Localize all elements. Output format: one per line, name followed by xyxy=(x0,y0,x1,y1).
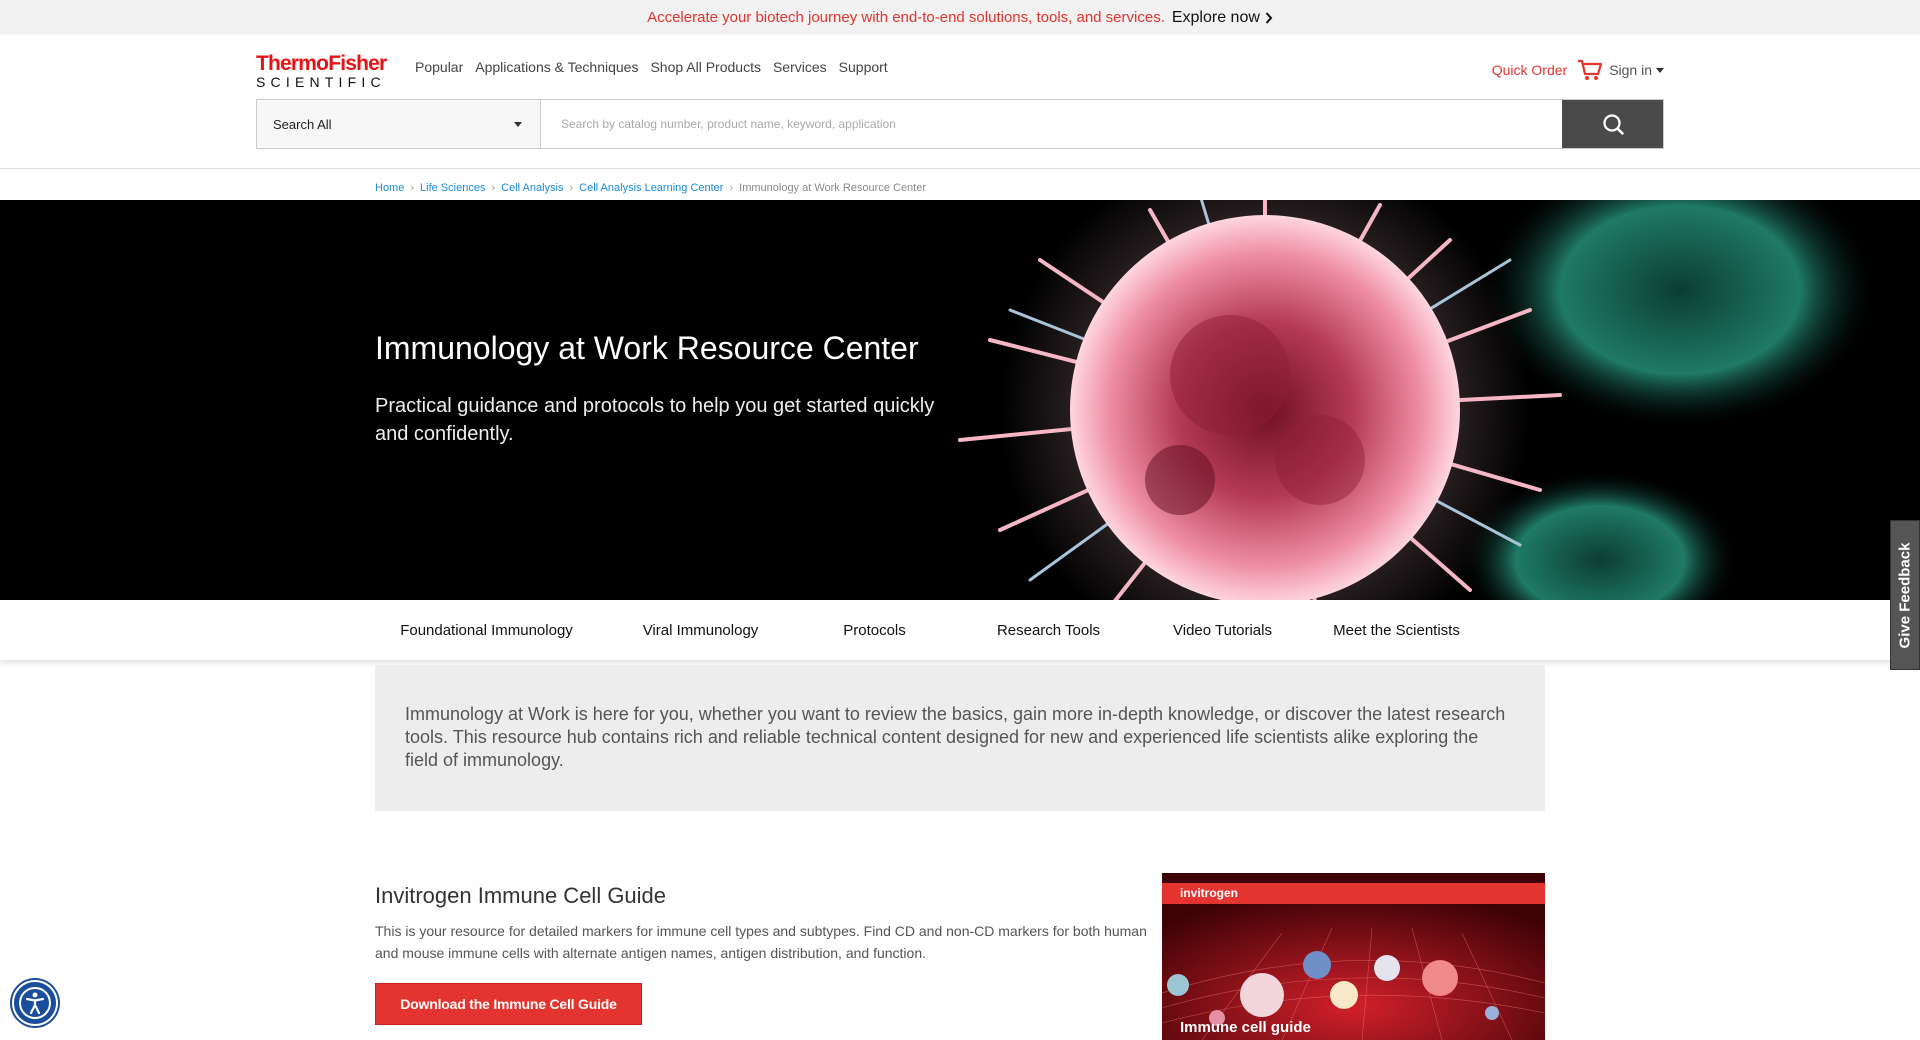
explore-now-label: Explore now xyxy=(1171,8,1260,26)
tab-viral-immunology[interactable]: Viral Immunology xyxy=(613,600,788,660)
tab-video-tutorials[interactable]: Video Tutorials xyxy=(1135,600,1310,660)
breadcrumb-current: Immunology at Work Resource Center xyxy=(739,182,927,194)
search-button[interactable] xyxy=(1562,100,1663,148)
main-nav: Popular Applications & Techniques Shop A… xyxy=(415,59,888,75)
search-scope-select[interactable]: Search All xyxy=(257,100,541,148)
invitrogen-band: invitrogen xyxy=(1162,883,1545,904)
nav-item-popular[interactable]: Popular xyxy=(415,59,463,75)
breadcrumb-separator: › xyxy=(410,182,415,194)
tab-protocols[interactable]: Protocols xyxy=(787,600,962,660)
feature-description: This is your resource for detailed marke… xyxy=(375,923,1147,961)
thermo-fisher-logo[interactable]: ThermoFisher SCIENTIFIC xyxy=(256,53,398,90)
promo-bar: Accelerate your biotech journey with end… xyxy=(0,0,1920,35)
logo-line1: ThermoFisher xyxy=(256,52,387,75)
chevron-right-icon xyxy=(1265,11,1273,24)
immune-cell-guide-image[interactable]: invitrogen Immune cell guide xyxy=(1162,873,1545,1040)
breadcrumb-cell-analysis[interactable]: Cell Analysis xyxy=(501,182,563,194)
sign-in-label: Sign in xyxy=(1609,62,1652,78)
download-guide-button[interactable]: Download the Immune Cell Guide xyxy=(375,983,642,1025)
caret-down-icon xyxy=(514,121,522,127)
breadcrumb-life-sciences[interactable]: Life Sciences xyxy=(420,182,485,194)
search-input[interactable] xyxy=(541,100,1562,148)
cart-icon[interactable] xyxy=(1577,59,1603,81)
nav-item-support[interactable]: Support xyxy=(839,59,888,75)
search-scope-value: Search All xyxy=(273,116,332,132)
intro-panel: Immunology at Work is here for you, whet… xyxy=(375,665,1545,811)
search-bar: Search All xyxy=(256,99,1664,149)
promo-message: Accelerate your biotech journey with end… xyxy=(647,9,1165,26)
accessibility-icon xyxy=(19,987,51,1019)
give-feedback-label: Give Feedback xyxy=(1896,542,1914,648)
breadcrumb-separator: › xyxy=(569,182,574,194)
nav-item-services[interactable]: Services xyxy=(773,59,827,75)
breadcrumb: Home › Life Sciences › Cell Analysis › C… xyxy=(375,182,926,194)
site-header: ThermoFisher SCIENTIFIC Popular Applicat… xyxy=(0,35,1920,169)
breadcrumb-separator: › xyxy=(491,182,496,194)
tab-meet-the-scientists[interactable]: Meet the Scientists xyxy=(1309,600,1484,660)
account-area: Quick Order Sign in xyxy=(1492,59,1664,81)
breadcrumb-learning-center[interactable]: Cell Analysis Learning Center xyxy=(579,182,723,194)
hero-title: Immunology at Work Resource Center xyxy=(375,330,919,366)
guide-image-title: Immune cell guide xyxy=(1180,1019,1311,1036)
caret-down-icon xyxy=(1656,67,1664,73)
quick-order-link[interactable]: Quick Order xyxy=(1492,62,1567,78)
hero-subtitle: Practical guidance and protocols to help… xyxy=(375,395,935,445)
nav-item-applications[interactable]: Applications & Techniques xyxy=(475,59,638,75)
search-icon xyxy=(1602,114,1624,135)
sign-in-menu[interactable]: Sign in xyxy=(1609,62,1664,78)
accessibility-button[interactable] xyxy=(12,980,58,1026)
intro-text: Immunology at Work is here for you, whet… xyxy=(405,704,1506,770)
explore-now-link[interactable]: Explore now xyxy=(1172,9,1273,27)
hero-banner: Immunology at Work Resource Center Pract… xyxy=(0,200,1920,600)
nav-item-shop[interactable]: Shop All Products xyxy=(650,59,761,75)
breadcrumb-home[interactable]: Home xyxy=(375,182,404,194)
hero-cell-illustration xyxy=(958,200,1880,600)
give-feedback-tab[interactable]: Give Feedback xyxy=(1890,520,1920,670)
section-tabs: Foundational Immunology Viral Immunology… xyxy=(0,600,1920,660)
breadcrumb-separator: › xyxy=(729,182,734,194)
tab-research-tools[interactable]: Research Tools xyxy=(961,600,1136,660)
tab-foundational-immunology[interactable]: Foundational Immunology xyxy=(399,600,574,660)
feature-title: Invitrogen Immune Cell Guide xyxy=(375,883,667,908)
logo-line2: SCIENTIFIC xyxy=(256,74,386,90)
